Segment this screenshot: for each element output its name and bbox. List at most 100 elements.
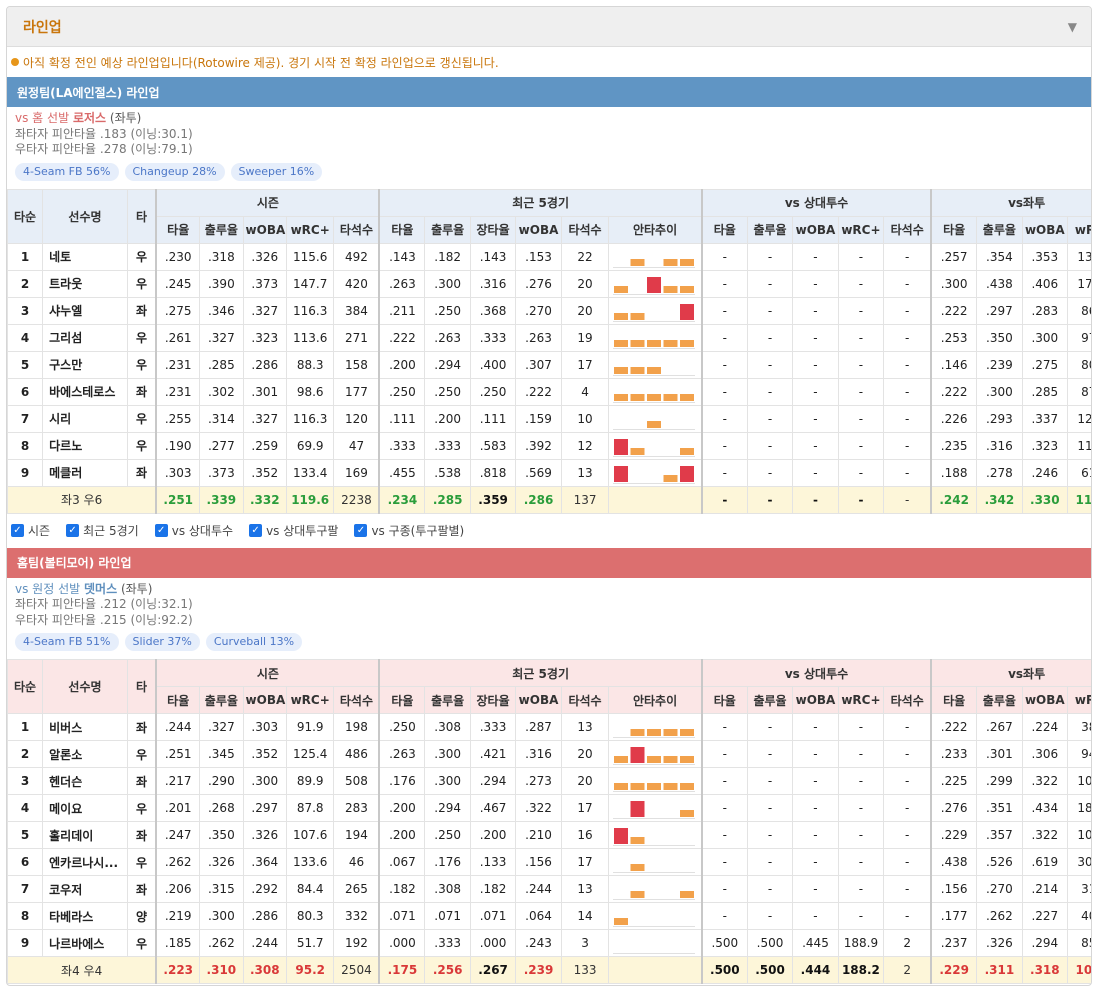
player-name[interactable]: 그리섬 <box>42 323 128 352</box>
col-recent-1[interactable]: 출루율 <box>424 686 471 714</box>
player-name[interactable]: 메클러 <box>42 458 128 487</box>
col-recent-0[interactable]: 타율 <box>378 215 426 244</box>
player-name[interactable]: 알론소 <box>42 740 128 768</box>
col-season-0[interactable]: 타율 <box>155 686 201 714</box>
player-name[interactable]: 비버스 <box>42 713 128 741</box>
checkbox-checked-icon[interactable]: ✓ <box>66 524 80 537</box>
table-row[interactable]: 2 트라웃 우 .245.390.373 147.7 420.263.300.316.27… <box>7 269 1091 298</box>
recent-stat: .294 <box>424 794 471 822</box>
table-row[interactable]: 8 타베라스 양 .219.300.286 80.3 332.071.071.071.06… <box>7 902 1091 930</box>
col-vsp-0[interactable]: 타율 <box>700 686 748 714</box>
player-name[interactable]: 메이요 <box>42 794 128 822</box>
away-pitcher-name[interactable]: 로저스 <box>73 111 106 125</box>
col-recent-1[interactable]: 출루율 <box>424 215 471 244</box>
col-vsp-1[interactable]: 출루율 <box>746 215 794 244</box>
col-vsp-4[interactable]: 타석수 <box>883 215 932 244</box>
player-name[interactable]: 타베라스 <box>42 902 128 930</box>
table-row[interactable]: 2 알론소 우 .251.345.352 125.4 486.263.300.421.31… <box>7 740 1091 768</box>
player-name[interactable]: 엔카르나시... <box>42 848 128 876</box>
col-vsp-3[interactable]: wRC+ <box>837 215 885 244</box>
table-row[interactable]: 6 바에스테로스 좌 .231.302.301 98.6 177.250.250.250.… <box>7 377 1091 406</box>
toggle-vs-pitcher[interactable]: ✓ vs 상대투수 <box>154 522 233 539</box>
home-pitcher-name[interactable]: 뎃머스 <box>84 582 117 596</box>
player-name[interactable]: 구스만 <box>42 350 128 379</box>
col-recent-5[interactable]: 안타추이 <box>608 686 703 714</box>
collapse-triangle-icon[interactable]: ▼ <box>1068 20 1077 34</box>
col-recent-5[interactable]: 안타추이 <box>608 215 703 244</box>
col-season-0[interactable]: 타율 <box>155 215 201 244</box>
col-vsp-2[interactable]: wOBA <box>792 686 839 714</box>
col-season-3[interactable]: wRC+ <box>285 686 335 714</box>
table-row[interactable]: 1 네토 우 .230.318.326 115.6 492.143.182.143.153… <box>7 242 1091 271</box>
player-name[interactable]: 바에스테로스 <box>42 377 128 406</box>
col-vsp-3[interactable]: wRC+ <box>837 686 885 714</box>
table-row[interactable]: 5 홀리데이 좌 .247.350.326 107.6 194.200.250.200.2… <box>7 821 1091 849</box>
player-name[interactable]: 다르노 <box>42 431 128 460</box>
col-order[interactable]: 타순 <box>7 188 44 244</box>
col-recent-4[interactable]: 타석수 <box>560 215 610 244</box>
col-order[interactable]: 타순 <box>7 659 44 714</box>
player-name[interactable]: 샤누엘 <box>42 296 128 325</box>
col-season-2[interactable]: wOBA <box>242 686 287 714</box>
checkbox-checked-icon[interactable]: ✓ <box>249 524 263 537</box>
table-row[interactable]: 7 코우저 좌 .206.315.292 84.4 265.182.308.182.244… <box>7 875 1091 903</box>
col-vsl-1[interactable]: 출루율 <box>976 215 1023 244</box>
player-name[interactable]: 트라웃 <box>42 269 128 298</box>
checkbox-checked-icon[interactable]: ✓ <box>354 524 368 537</box>
col-vsl-2[interactable]: wOBA <box>1021 686 1069 714</box>
col-recent-3[interactable]: wOBA <box>515 686 562 714</box>
table-row[interactable]: 8 다르노 우 .190.277.259 69.9 47.333.333.583.392 1… <box>7 431 1091 460</box>
col-season-1[interactable]: 출루율 <box>199 215 244 244</box>
col-recent-4[interactable]: 타석수 <box>560 686 610 714</box>
table-row[interactable]: 7 시리 우 .255.314.327 116.3 120.111.200.111.159… <box>7 404 1091 433</box>
checkbox-checked-icon[interactable]: ✓ <box>11 524 24 537</box>
lineup-header[interactable]: 라인업 ▼ <box>7 7 1091 47</box>
col-vsl-0[interactable]: 타율 <box>930 215 978 244</box>
player-name[interactable]: 홀리데이 <box>42 821 128 849</box>
col-vsp-1[interactable]: 출루율 <box>746 686 794 714</box>
col-season-4[interactable]: 타석수 <box>333 215 380 244</box>
player-name[interactable]: 네토 <box>42 242 128 271</box>
col-vsl-1[interactable]: 출루율 <box>976 686 1023 714</box>
sparkline-bar <box>614 312 629 320</box>
col-recent-2[interactable]: 장타율 <box>469 686 517 714</box>
table-row[interactable]: 3 샤누엘 좌 .275.346.327 116.3 384.211.250.368.27… <box>7 296 1091 325</box>
col-recent-2[interactable]: 장타율 <box>469 215 517 244</box>
home-table-wrap[interactable]: 타순 선수명 타 시즌 최근 5경기 vs 상대투수 vs좌투 타율 출루율 wOBA wRC+ 타석… <box>7 659 1091 984</box>
player-name[interactable]: 헨더슨 <box>42 767 128 795</box>
col-hand[interactable]: 타 <box>126 659 157 714</box>
col-name[interactable]: 선수명 <box>42 188 128 244</box>
table-row[interactable]: 9 메클러 좌 .303.373.352 133.4 169.455.538.818.56… <box>7 458 1091 487</box>
col-season-1[interactable]: 출루율 <box>199 686 244 714</box>
toggle-vs-arm[interactable]: ✓ vs 상대투구팔 <box>249 522 338 539</box>
player-name[interactable]: 코우저 <box>42 875 128 903</box>
col-vsl-0[interactable]: 타율 <box>930 686 978 714</box>
table-row[interactable]: 4 메이요 우 .201.268.297 87.8 283.200.294.467.322… <box>7 794 1091 822</box>
col-name[interactable]: 선수명 <box>42 659 128 714</box>
away-table-wrap[interactable]: 타순 선수명 타 시즌 최근 5경기 vs 상대투수 vs좌투 타율 출루율 wOBA wRC+ 타석… <box>7 188 1091 514</box>
col-vsp-0[interactable]: 타율 <box>700 215 748 244</box>
toggle-season[interactable]: ✓ 시즌 <box>11 522 50 539</box>
col-season-2[interactable]: wOBA <box>242 215 287 244</box>
table-row[interactable]: 4 그리섬 우 .261.327.323 113.6 271.222.263.333.26… <box>7 323 1091 352</box>
table-row[interactable]: 6 엔카르나시... 우 .262.326.364 133.6 46.067.176.13… <box>7 848 1091 876</box>
col-season-3[interactable]: wRC+ <box>285 215 335 244</box>
col-recent-3[interactable]: wOBA <box>515 215 562 244</box>
toggle-recent5[interactable]: ✓ 최근 5경기 <box>66 522 139 539</box>
table-row[interactable]: 9 나르바에스 우 .185.262.244 51.7 192.000.333.000.2… <box>7 929 1091 957</box>
col-vsl-3[interactable]: wRC+ <box>1067 686 1091 714</box>
player-name[interactable]: 나르바에스 <box>42 929 128 957</box>
checkbox-checked-icon[interactable]: ✓ <box>154 524 168 537</box>
table-row[interactable]: 5 구스만 우 .231.285.286 88.3 158.200.294.400.307… <box>7 350 1091 379</box>
table-row[interactable]: 1 비버스 좌 .244.327.303 91.9 198.250.308.333.287… <box>7 713 1091 741</box>
player-name[interactable]: 시리 <box>42 404 128 433</box>
col-vsp-2[interactable]: wOBA <box>792 215 839 244</box>
col-vsp-4[interactable]: 타석수 <box>883 686 932 714</box>
col-vsl-2[interactable]: wOBA <box>1021 215 1069 244</box>
col-hand[interactable]: 타 <box>126 188 157 244</box>
table-row[interactable]: 3 헨더슨 좌 .217.290.300 89.9 508.176.300.294.273… <box>7 767 1091 795</box>
col-recent-0[interactable]: 타율 <box>378 686 426 714</box>
col-season-4[interactable]: 타석수 <box>333 686 380 714</box>
col-vsl-3[interactable]: wRC+ <box>1067 215 1091 244</box>
toggle-vs-pitch-type[interactable]: ✓ vs 구종(투구팔별) <box>354 522 464 539</box>
